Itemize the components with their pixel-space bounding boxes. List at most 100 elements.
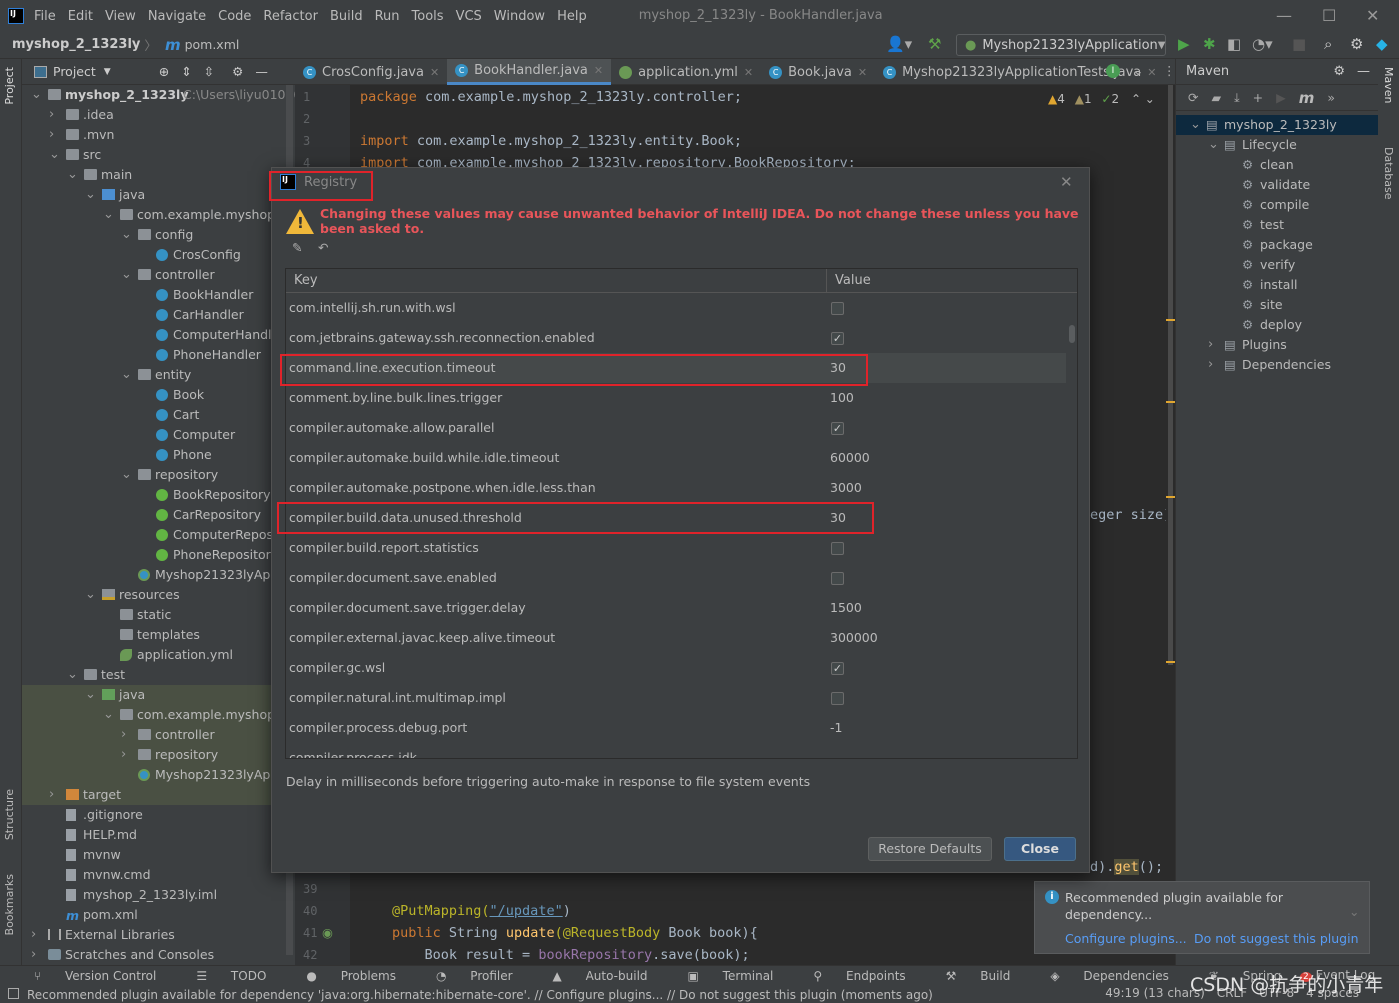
settings-gear-icon[interactable]: ⚙: [1350, 35, 1363, 53]
registry-checkbox[interactable]: ✓: [831, 662, 844, 675]
menu-vcs[interactable]: VCS: [456, 9, 482, 24]
tree-item[interactable]: ComputerHandle: [22, 325, 295, 345]
registry-checkbox[interactable]: [831, 692, 844, 705]
chevron-down-icon[interactable]: ⌄: [121, 465, 132, 485]
chevron-down-icon[interactable]: ⌄: [31, 85, 42, 105]
registry-value[interactable]: -1: [830, 713, 842, 743]
menu-tools[interactable]: Tools: [412, 9, 444, 24]
tree-item[interactable]: .gitignore: [22, 805, 295, 825]
tree-item[interactable]: myshop_2_1323ly.iml: [22, 885, 295, 905]
database-stripe-button[interactable]: Database: [1382, 147, 1395, 200]
tree-item[interactable]: Computer: [22, 425, 295, 445]
build-hammer-icon[interactable]: ⚒: [928, 35, 941, 53]
tree-item[interactable]: ⌄ java: [22, 185, 295, 205]
tab-application-yml[interactable]: application.yml ✕: [611, 59, 761, 85]
tree-item[interactable]: BookRepository: [22, 485, 295, 505]
tab-myshop21323lyapplicationtests-java[interactable]: C Myshop21323lyApplicationTests.java ✕: [875, 59, 1164, 85]
tree-item[interactable]: Phone: [22, 445, 295, 465]
menu-view[interactable]: View: [105, 9, 136, 24]
toolwindow-endpoints[interactable]: ⚲ Endpoints: [813, 969, 925, 983]
tree-item[interactable]: m pom.xml: [22, 905, 295, 925]
tree-item[interactable]: ⌄ com.example.myshop_2: [22, 705, 295, 725]
restore-defaults-button[interactable]: Restore Defaults: [868, 837, 992, 861]
registry-checkbox[interactable]: [831, 542, 844, 555]
registry-row[interactable]: compiler.document.save.enabled: [286, 563, 1066, 593]
run-configuration-select[interactable]: ● Myshop21323lyApplication ▼: [956, 34, 1166, 56]
tree-item[interactable]: ⌄ resources: [22, 585, 295, 605]
toolwindow-build[interactable]: ⚒ Build: [946, 969, 1031, 983]
column-value[interactable]: Value: [827, 269, 1067, 292]
registry-row[interactable]: compiler.automake.allow.parallel ✓: [286, 413, 1066, 443]
structure-stripe-button[interactable]: Structure: [3, 789, 16, 840]
tree-item[interactable]: ⌄ java: [22, 685, 295, 705]
expand-all-icon[interactable]: ⇕: [181, 64, 191, 79]
reload-icon[interactable]: ⟳: [1188, 90, 1198, 105]
registry-checkbox[interactable]: [831, 302, 844, 315]
project-view-select[interactable]: Project: [53, 64, 96, 79]
chevron-down-icon[interactable]: ⌄: [67, 165, 78, 185]
tree-item[interactable]: application.yml: [22, 645, 295, 665]
hide-icon[interactable]: —: [255, 64, 268, 79]
registry-value[interactable]: 300000: [830, 623, 878, 653]
profile-icon[interactable]: ◔▾: [1252, 35, 1273, 53]
tab-close-icon[interactable]: ✕: [744, 66, 753, 79]
minimize-icon[interactable]: —: [1276, 6, 1292, 25]
toolwindow-todo[interactable]: ☰ TODO: [196, 969, 286, 983]
breadcrumb-project[interactable]: myshop_2_1323ly: [12, 37, 140, 52]
chevron-down-icon[interactable]: ▼: [104, 67, 111, 77]
revert-icon[interactable]: ↶: [318, 240, 328, 255]
tree-item[interactable]: › controller: [22, 725, 295, 745]
tree-item[interactable]: › .mvn: [22, 125, 295, 145]
registry-value[interactable]: 1500: [830, 593, 862, 623]
toolwindow-profiler[interactable]: ◔ Profiler: [436, 969, 533, 983]
chevron-right-icon[interactable]: ›: [31, 945, 36, 965]
tree-item[interactable]: ⌄ config: [22, 225, 295, 245]
more-icon[interactable]: ⋮: [1163, 63, 1176, 78]
gear-icon[interactable]: ⚙: [232, 64, 243, 79]
tree-item[interactable]: templates: [22, 625, 295, 645]
chevron-right-icon[interactable]: ›: [49, 125, 54, 145]
registry-checkbox[interactable]: [831, 572, 844, 585]
menu-navigate[interactable]: Navigate: [148, 9, 206, 24]
tree-item[interactable]: › target: [22, 785, 295, 805]
menu-window[interactable]: Window: [494, 9, 545, 24]
registry-row[interactable]: com.jetbrains.gateway.ssh.reconnection.e…: [286, 323, 1066, 353]
chevron-down-icon[interactable]: ⌄: [121, 265, 132, 285]
chevron-right-icon[interactable]: ›: [31, 925, 36, 945]
tabs-dropdown-icon[interactable]: ⌄: [1133, 63, 1143, 78]
registry-row[interactable]: comment.by.line.bulk.lines.trigger 100: [286, 383, 1066, 413]
execute-goal-icon[interactable]: m: [1299, 89, 1315, 107]
chevron-down-icon[interactable]: ⌄: [49, 145, 60, 165]
chevron-down-icon[interactable]: ⌄: [121, 225, 132, 245]
maven-stripe-button[interactable]: Maven: [1382, 67, 1395, 103]
tree-item[interactable]: mvnw: [22, 845, 295, 865]
tree-item[interactable]: CrosConfig: [22, 245, 295, 265]
table-scrollbar[interactable]: [1067, 293, 1077, 758]
add-icon[interactable]: +: [1253, 90, 1263, 105]
registry-value[interactable]: 3000: [830, 473, 862, 503]
menu-file[interactable]: File: [34, 9, 56, 24]
menu-code[interactable]: Code: [218, 9, 251, 24]
tree-item[interactable]: CarHandler: [22, 305, 295, 325]
chevron-down-icon[interactable]: ⌄: [121, 365, 132, 385]
tab-book-java[interactable]: C Book.java ✕: [761, 59, 875, 85]
plugin-icon[interactable]: I: [1106, 64, 1120, 78]
tree-item[interactable]: ⌄ repository: [22, 465, 295, 485]
inspection-widget[interactable]: ▲4 ▲1 ✓2 ⌃ ⌄: [1048, 92, 1155, 106]
coverage-icon[interactable]: ◧: [1227, 35, 1241, 53]
chevron-down-icon[interactable]: ⌄: [1208, 135, 1219, 155]
bookmarks-stripe-button[interactable]: Bookmarks: [3, 874, 16, 935]
more-icon[interactable]: »: [1327, 90, 1335, 105]
tree-item[interactable]: › Scratches and Consoles: [22, 945, 295, 965]
chevron-right-icon[interactable]: ›: [49, 785, 54, 805]
chevron-right-icon[interactable]: ›: [121, 745, 126, 765]
registry-value[interactable]: 60000: [830, 443, 870, 473]
download-icon[interactable]: ⤓: [1234, 90, 1240, 106]
registry-row[interactable]: compiler.automake.postpone.when.idle.les…: [286, 473, 1066, 503]
chevron-down-icon[interactable]: ⌄: [85, 185, 96, 205]
menu-build[interactable]: Build: [330, 9, 363, 24]
toolwindow-problems[interactable]: ● Problems: [306, 969, 416, 983]
menu-run[interactable]: Run: [375, 9, 400, 24]
chevron-right-icon[interactable]: ›: [49, 105, 54, 125]
stop-icon[interactable]: ■: [1292, 35, 1306, 53]
